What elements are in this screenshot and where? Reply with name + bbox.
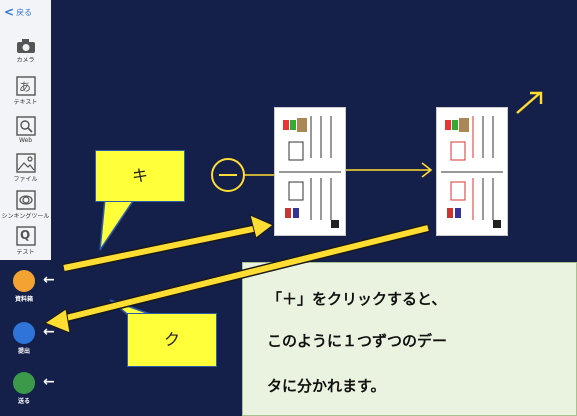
pointer-arrow-ku [43, 223, 430, 334]
pointer-arrow-ki [63, 214, 274, 273]
pointer-arrows [43, 214, 430, 334]
